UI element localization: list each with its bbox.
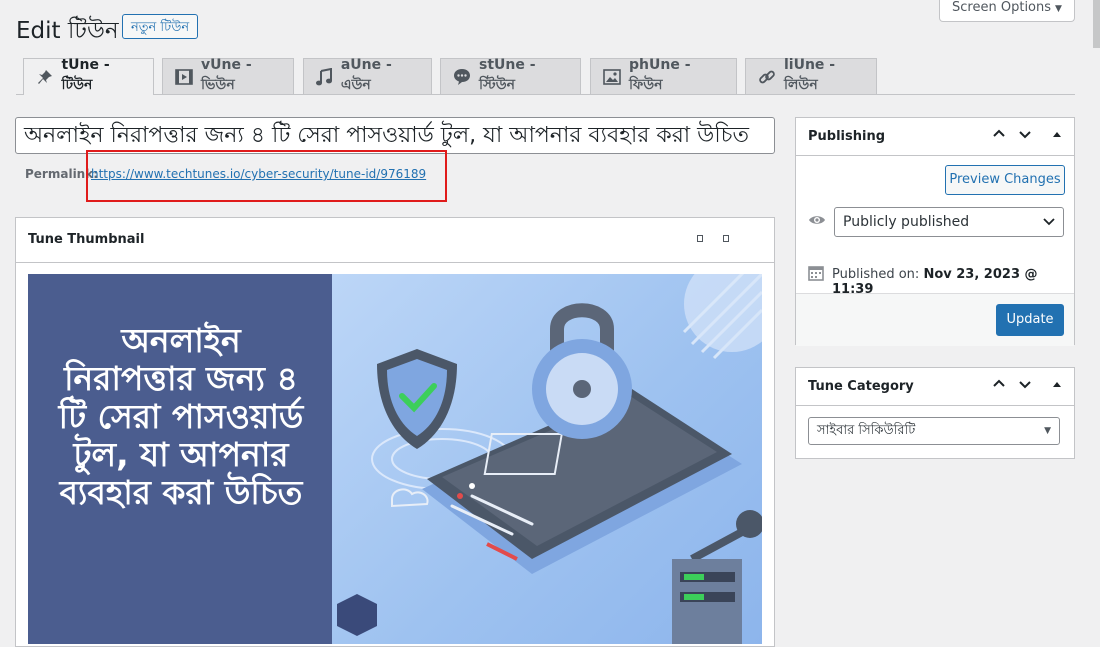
screen-options-label: Screen Options (952, 0, 1052, 15)
chevron-up-icon[interactable] (992, 127, 1006, 145)
highlight-box (86, 150, 447, 202)
security-illustration (337, 274, 762, 644)
chevron-up-icon[interactable] (992, 377, 1006, 395)
collapse-toggle-icon[interactable] (1052, 128, 1062, 143)
collapse-toggle-icon[interactable] (1052, 378, 1062, 393)
chevron-down-icon[interactable] (1018, 127, 1032, 145)
category-panel: Tune Category সাইবার সিকিউরিটি ▼ (795, 367, 1075, 459)
add-new-button[interactable]: নতুন টিউন (122, 14, 199, 39)
move-down-icon[interactable] (723, 235, 729, 242)
link-icon (758, 68, 776, 86)
tab-phune[interactable]: phUne - ফিউন (590, 56, 737, 94)
update-button[interactable]: Update (996, 304, 1064, 336)
tab-label: liUne - লিউন (784, 56, 836, 93)
image-icon (603, 68, 621, 86)
calendar-icon (808, 265, 824, 285)
screen-options-button[interactable]: Screen Options ▼ (939, 0, 1075, 22)
tab-liune[interactable]: liUne - লিউন (745, 56, 877, 94)
thumbnail-right-panel (332, 274, 762, 644)
pin-icon (36, 68, 53, 86)
caret-down-icon: ▼ (1044, 426, 1051, 436)
tab-stune[interactable]: stUne - স্টিউন (440, 56, 581, 94)
visibility-select[interactable]: Publicly published (834, 207, 1064, 237)
preview-changes-button[interactable]: Preview Changes (945, 165, 1065, 195)
tab-vune[interactable]: vUne - ভিউন (162, 56, 294, 94)
chevron-down-icon (1043, 208, 1055, 246)
chat-icon (453, 68, 471, 86)
panel-header: Tune Thumbnail (16, 218, 774, 263)
music-icon (316, 67, 333, 86)
thumbnail-left-panel: অনলাইন নিরাপত্তার জন্য ৪ টি সেরা পাসওয়া… (28, 274, 332, 644)
page-title: Edit টিউন (16, 18, 119, 44)
category-value: সাইবার সিকিউরিটি (817, 423, 916, 438)
panel-header: Tune Category (796, 368, 1074, 406)
tab-label: aUne - এউন (340, 56, 392, 93)
panel-header: Publishing (796, 118, 1074, 156)
eye-icon (808, 214, 826, 230)
tab-aune[interactable]: aUne - এউন (303, 56, 432, 94)
thumbnail-text: অনলাইন নিরাপত্তার জন্য ৪ টি সেরা পাসওয়া… (58, 321, 304, 512)
panel-title: Tune Thumbnail (28, 232, 145, 247)
panel-title: Publishing (808, 129, 886, 144)
published-label: Published on: (832, 267, 920, 282)
scrollbar[interactable] (1093, 0, 1100, 48)
publishing-panel: Publishing Preview Changes Publicly publ… (795, 117, 1075, 346)
video-icon (175, 68, 193, 86)
tab-label: stUne - স্টিউন (479, 56, 536, 93)
tab-label: vUne - ভিউন (201, 56, 252, 93)
caret-down-icon: ▼ (1055, 4, 1062, 14)
tab-label: tUne - টিউন (61, 57, 110, 93)
category-select[interactable]: সাইবার সিকিউরিটি ▼ (808, 417, 1060, 445)
tab-label: phUne - ফিউন (629, 56, 691, 93)
tab-tune[interactable]: tUne - টিউন (23, 57, 154, 95)
thumbnail-image[interactable]: অনলাইন নিরাপত্তার জন্য ৪ টি সেরা পাসওয়া… (28, 274, 762, 644)
move-up-icon[interactable] (697, 235, 703, 242)
panel-title: Tune Category (808, 379, 914, 394)
chevron-down-icon[interactable] (1018, 377, 1032, 395)
visibility-value: Publicly published (843, 214, 970, 230)
post-title-input[interactable]: অনলাইন নিরাপত্তার জন্য ৪ টি সেরা পাসওয়া… (15, 117, 775, 154)
